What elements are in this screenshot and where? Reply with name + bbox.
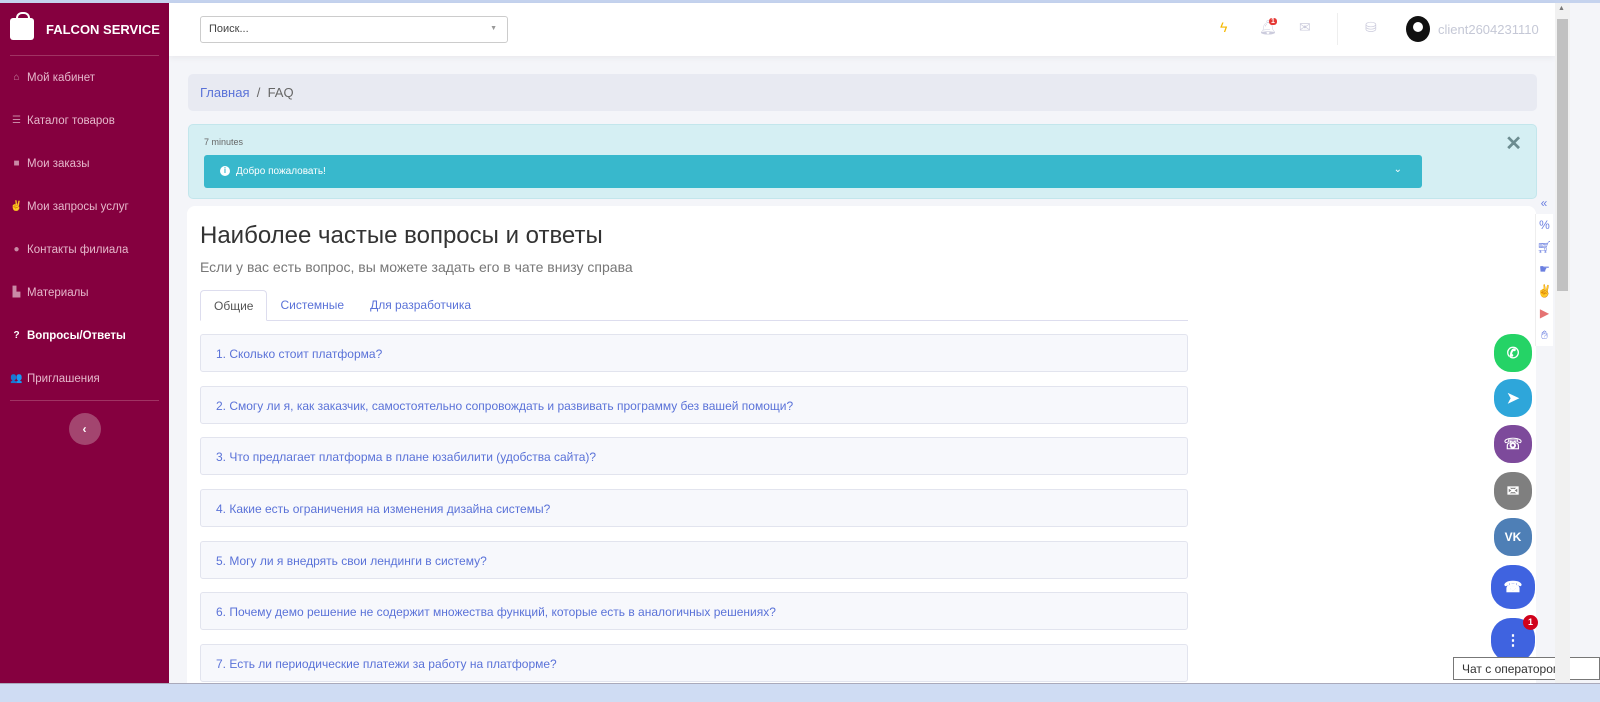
faq-card: Наиболее частые вопросы и ответы Если у … — [187, 206, 1536, 696]
faq-tabs: Общие Системные Для разработчика — [200, 290, 1188, 321]
sidebar-item-contacts[interactable]: ● Контакты филиала — [0, 228, 169, 271]
welcome-alert: 7 minutes ✕ i Добро пожаловать! ⌄ — [188, 124, 1537, 199]
scrollbar[interactable]: ▲ — [1555, 3, 1570, 683]
sidebar-item-label: Вопросы/Ответы — [27, 329, 126, 342]
close-icon[interactable]: ✕ — [1505, 131, 1522, 156]
coins-icon[interactable]: ⛁ — [1365, 19, 1377, 36]
faq-item[interactable]: 4. Какие есть ограничения на изменения д… — [200, 489, 1188, 527]
divider — [10, 400, 159, 401]
search-placeholder: Поиск... — [209, 23, 249, 35]
caret-down-icon: ▼ — [490, 25, 497, 32]
top-header: Поиск... ▼ ϟ 🔔︎ 1 ✉ ⛁ client2604231110 — [169, 3, 1555, 56]
email-button[interactable]: ✉ — [1494, 472, 1532, 510]
sidebar-item-label: Мои запросы услуг — [27, 200, 129, 213]
whatsapp-button[interactable]: ✆ — [1494, 334, 1532, 372]
page-subtitle: Если у вас есть вопрос, вы можете задать… — [200, 259, 633, 275]
sidebar-item-faq[interactable]: ? Вопросы/Ответы — [0, 314, 169, 357]
breadcrumb-separator: / — [256, 85, 261, 100]
window-bottom-bar — [0, 683, 1600, 702]
alert-message-toggle[interactable]: i Добро пожаловать! ⌄ — [204, 155, 1422, 188]
whatsapp-icon: ✆ — [1506, 345, 1520, 362]
youtube-icon[interactable]: ▶ — [1535, 302, 1553, 324]
viber-icon: ☏ — [1503, 436, 1523, 453]
victory-hand-icon[interactable]: ✌ — [1535, 280, 1553, 302]
double-chevron-left-icon[interactable]: « — [1535, 192, 1553, 214]
sidebar-item-label: Мой кабинет — [27, 71, 96, 84]
materials-icon: ▙ — [12, 287, 21, 298]
search-select[interactable]: Поиск... ▼ — [200, 16, 508, 43]
faq-item[interactable]: 7. Есть ли периодические платежи за рабо… — [200, 644, 1188, 682]
sidebar-item-service-requests[interactable]: ✌ Мои запросы услуг — [0, 185, 169, 228]
telegram-button[interactable]: ➤ — [1494, 379, 1532, 417]
breadcrumb-home[interactable]: Главная — [200, 85, 249, 100]
scrollbar-thumb[interactable] — [1557, 19, 1568, 291]
chat-tooltip: Чат с оператором — [1453, 657, 1600, 680]
viber-button[interactable]: ☏ — [1494, 425, 1532, 463]
brand[interactable]: FALCON SERVICE — [0, 3, 169, 55]
tab-system[interactable]: Системные — [267, 290, 357, 321]
lightning-icon[interactable]: ϟ — [1220, 19, 1227, 35]
users-icon: 👥 — [10, 373, 23, 384]
divider — [1337, 13, 1338, 45]
faq-item[interactable]: 5. Могу ли я внедрять свои лендинги в си… — [200, 541, 1188, 579]
list-icon: ☰ — [12, 115, 21, 126]
page-title: Наиболее частые вопросы и ответы — [200, 222, 603, 249]
faq-item[interactable]: 3. Что предлагает платформа в плане юзаб… — [200, 437, 1188, 475]
breadcrumb-current: FAQ — [267, 85, 294, 100]
faq-item[interactable]: 1. Сколько стоит платформа? — [200, 334, 1188, 372]
tab-developer[interactable]: Для разработчика — [357, 290, 484, 321]
sidebar: FALCON SERVICE ⌂ Мой кабинет ☰ Каталог тов… — [0, 3, 169, 683]
avatar[interactable] — [1406, 16, 1430, 42]
alert-message: Добро пожаловать! — [236, 166, 326, 177]
breadcrumb: Главная / FAQ — [188, 74, 1537, 111]
sidebar-item-materials[interactable]: ▙ Материалы — [0, 271, 169, 314]
cart-icon[interactable]: 🛒︎ — [1535, 236, 1553, 258]
faq-item[interactable]: 2. Смогу ли я, как заказчик, самостоятел… — [200, 386, 1188, 424]
vk-icon: VK — [1504, 530, 1522, 544]
info-icon: i — [220, 166, 230, 176]
sidebar-item-invitations[interactable]: 👥 Приглашения — [0, 357, 169, 400]
shopping-bag-icon — [10, 12, 34, 40]
chat-badge: 1 — [1523, 615, 1538, 630]
collapse-sidebar-button[interactable]: ‹ — [68, 413, 101, 445]
sidebar-item-label: Контакты филиала — [27, 243, 129, 256]
sidebar-nav: ⌂ Мой кабинет ☰ Каталог товаров ■ Мои заказ… — [0, 56, 169, 400]
mail-icon: ✉ — [1506, 483, 1520, 500]
question-icon: ? — [13, 330, 20, 341]
sidebar-item-catalog[interactable]: ☰ Каталог товаров — [0, 99, 169, 142]
telegram-icon: ➤ — [1506, 390, 1520, 407]
sidebar-item-label: Каталог товаров — [27, 114, 115, 127]
percent-icon[interactable]: % — [1535, 214, 1553, 236]
alert-time: 7 minutes — [204, 137, 244, 147]
sidebar-item-label: Материалы — [27, 286, 89, 299]
hand-icon: ✌ — [10, 201, 23, 212]
sidebar-item-label: Приглашения — [27, 372, 100, 385]
bag-icon: ■ — [13, 158, 20, 169]
sidebar-item-orders[interactable]: ■ Мои заказы — [0, 142, 169, 185]
notification-badge: 1 — [1269, 18, 1277, 25]
mail-icon[interactable]: ✉ — [1299, 19, 1311, 36]
brand-name: FALCON SERVICE — [46, 21, 160, 37]
chat-icon: ⋮ — [1505, 632, 1521, 649]
faq-item[interactable]: 6. Почему демо решение не содержит множе… — [200, 592, 1188, 630]
phone-icon: ☎ — [1503, 579, 1523, 596]
vk-button[interactable]: VK — [1494, 518, 1532, 556]
chevron-down-icon: ⌄ — [1393, 164, 1402, 175]
sidebar-item-label: Мои заказы — [27, 157, 90, 170]
callback-button[interactable]: ☎ — [1491, 565, 1535, 609]
info-icon: ● — [13, 244, 20, 255]
pointing-hand-icon[interactable]: ☛ — [1535, 258, 1553, 280]
tab-general[interactable]: Общие — [200, 290, 268, 321]
hand-icon[interactable]: ✋︎ — [1535, 324, 1553, 346]
sidebar-item-cabinet[interactable]: ⌂ Мой кабинет — [0, 56, 169, 99]
home-icon: ⌂ — [13, 72, 20, 83]
username[interactable]: client2604231110 — [1438, 22, 1539, 37]
scroll-up-icon[interactable]: ▲ — [1558, 5, 1565, 12]
